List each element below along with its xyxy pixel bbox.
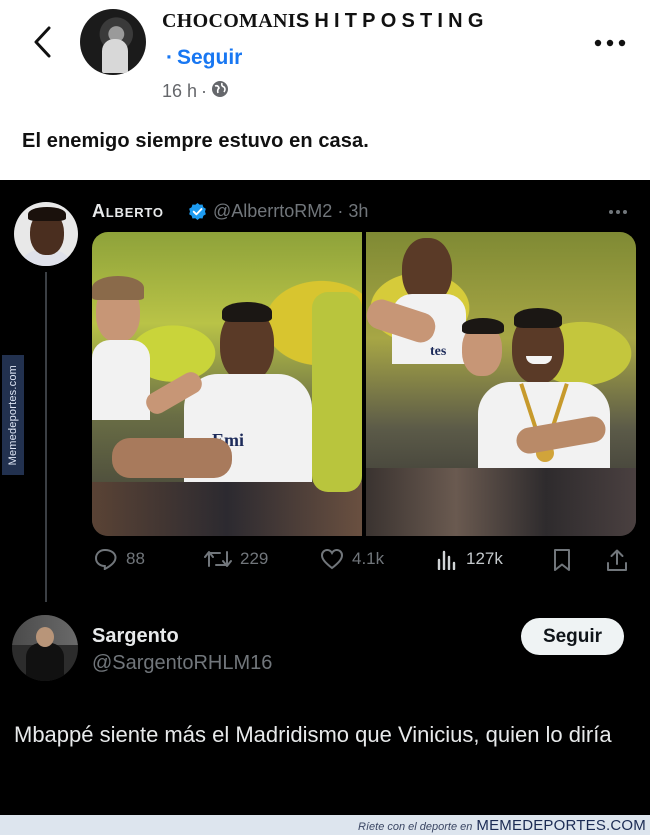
side-watermark: Memedeportes.com [2,355,24,475]
post-meta: 16 h · [162,80,229,103]
heart-icon [320,548,344,570]
tweet-author-handle[interactable]: @AlberrtoRM2 · 3h [213,201,368,222]
reply-author-avatar[interactable] [12,615,78,681]
views-button[interactable]: 127k [436,548,503,570]
reply-count: 88 [126,549,145,568]
bookmark-button[interactable] [552,548,572,572]
tweet-more-icon[interactable] [609,206,635,218]
follow-button[interactable]: Seguir [521,618,624,655]
page-name-part2: SHITPOSTING [295,10,489,32]
tweet-actions: 88 229 4.1k 127k [92,548,637,578]
side-watermark-text: Memedeportes.com [7,364,19,466]
reply-author-handle[interactable]: @SargentoRHLM16 [92,652,272,675]
share-button[interactable] [606,548,628,572]
tweet-time: 3h [348,201,369,221]
facebook-post-header: CHOCOMANISHITPOSTING · Seguir 16 h · [0,0,650,110]
photo-right-shirt-text: tes [430,344,447,359]
meta-separator: · [201,81,208,101]
retweet-button[interactable]: 229 [204,548,268,570]
time-separator: · [337,201,344,221]
share-icon [607,549,627,571]
globe-icon [211,80,229,103]
post-caption: El enemigo siempre estuvo en casa. [22,130,369,152]
footer-brand: MEMEDEPORTES.COM [476,817,646,834]
page-name-part1: CHOCOMANI [162,10,296,32]
footer-watermark: Ríete con el deporte en MEMEDEPORTES.COM [358,817,646,834]
retweet-count: 229 [240,549,269,568]
handle-text: @AlberrtoRM2 [213,201,333,221]
thread-line [45,272,47,602]
views-icon [437,550,456,570]
back-arrow-icon[interactable] [24,22,60,62]
page-name[interactable]: CHOCOMANISHITPOSTING [162,10,489,33]
bookmark-icon [554,549,570,571]
retweet-icon [204,551,232,567]
reply-icon [94,548,117,570]
views-count: 127k [466,549,503,568]
post-time[interactable]: 16 h [162,81,197,102]
reply-tweet-text: Mbappé siente más el Madridismo que Vini… [14,722,612,747]
follow-dot: · [166,46,173,69]
follow-page-link[interactable]: · Seguir [166,46,242,70]
footer-tagline: Ríete con el deporte en [358,821,473,833]
tweet-author-avatar[interactable] [14,202,78,266]
verified-badge-icon [188,202,207,221]
tweet-author-name[interactable]: Alberto [92,201,164,222]
like-count: 4.1k [352,549,385,568]
tweet-photo-left[interactable]: Emi [92,232,362,536]
reply-author-name[interactable]: Sargento [92,625,179,648]
footer-watermark-strip: Ríete con el deporte en MEMEDEPORTES.COM [0,815,650,835]
tweet-photo-right[interactable]: tes [366,232,636,536]
follow-label: Seguir [177,46,243,69]
like-button[interactable]: 4.1k [320,548,384,570]
page-avatar[interactable] [80,9,146,75]
reply-button[interactable]: 88 [94,548,145,570]
more-options-icon[interactable] [590,28,630,58]
